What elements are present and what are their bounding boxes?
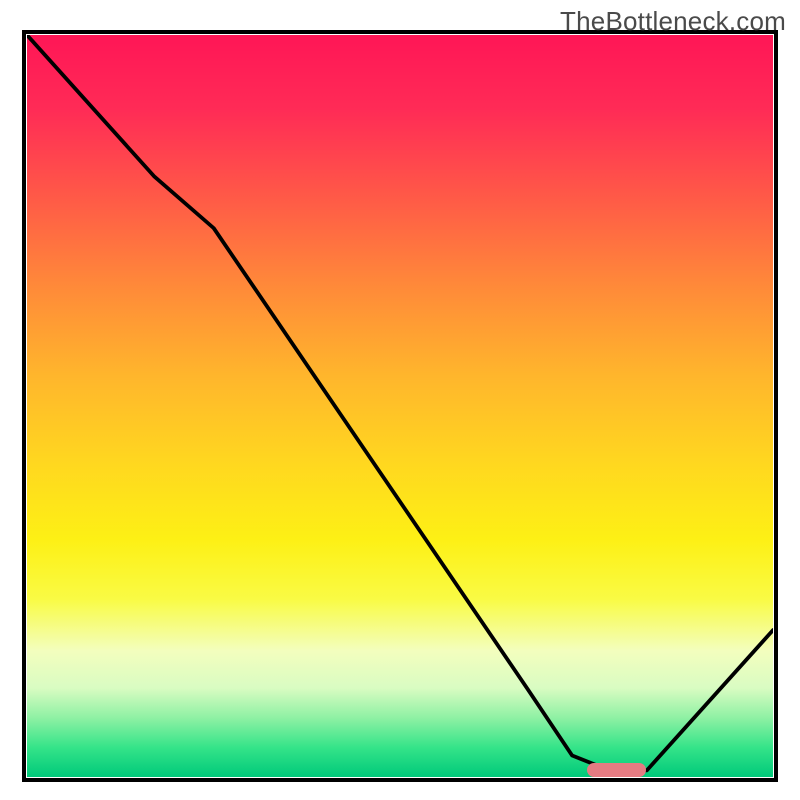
chart-container: TheBottleneck.com — [0, 0, 800, 800]
watermark-text: TheBottleneck.com — [560, 6, 786, 37]
bottleneck-curve — [27, 35, 774, 770]
chart-plot-svg — [27, 35, 774, 778]
optimal-range-marker — [587, 763, 647, 777]
